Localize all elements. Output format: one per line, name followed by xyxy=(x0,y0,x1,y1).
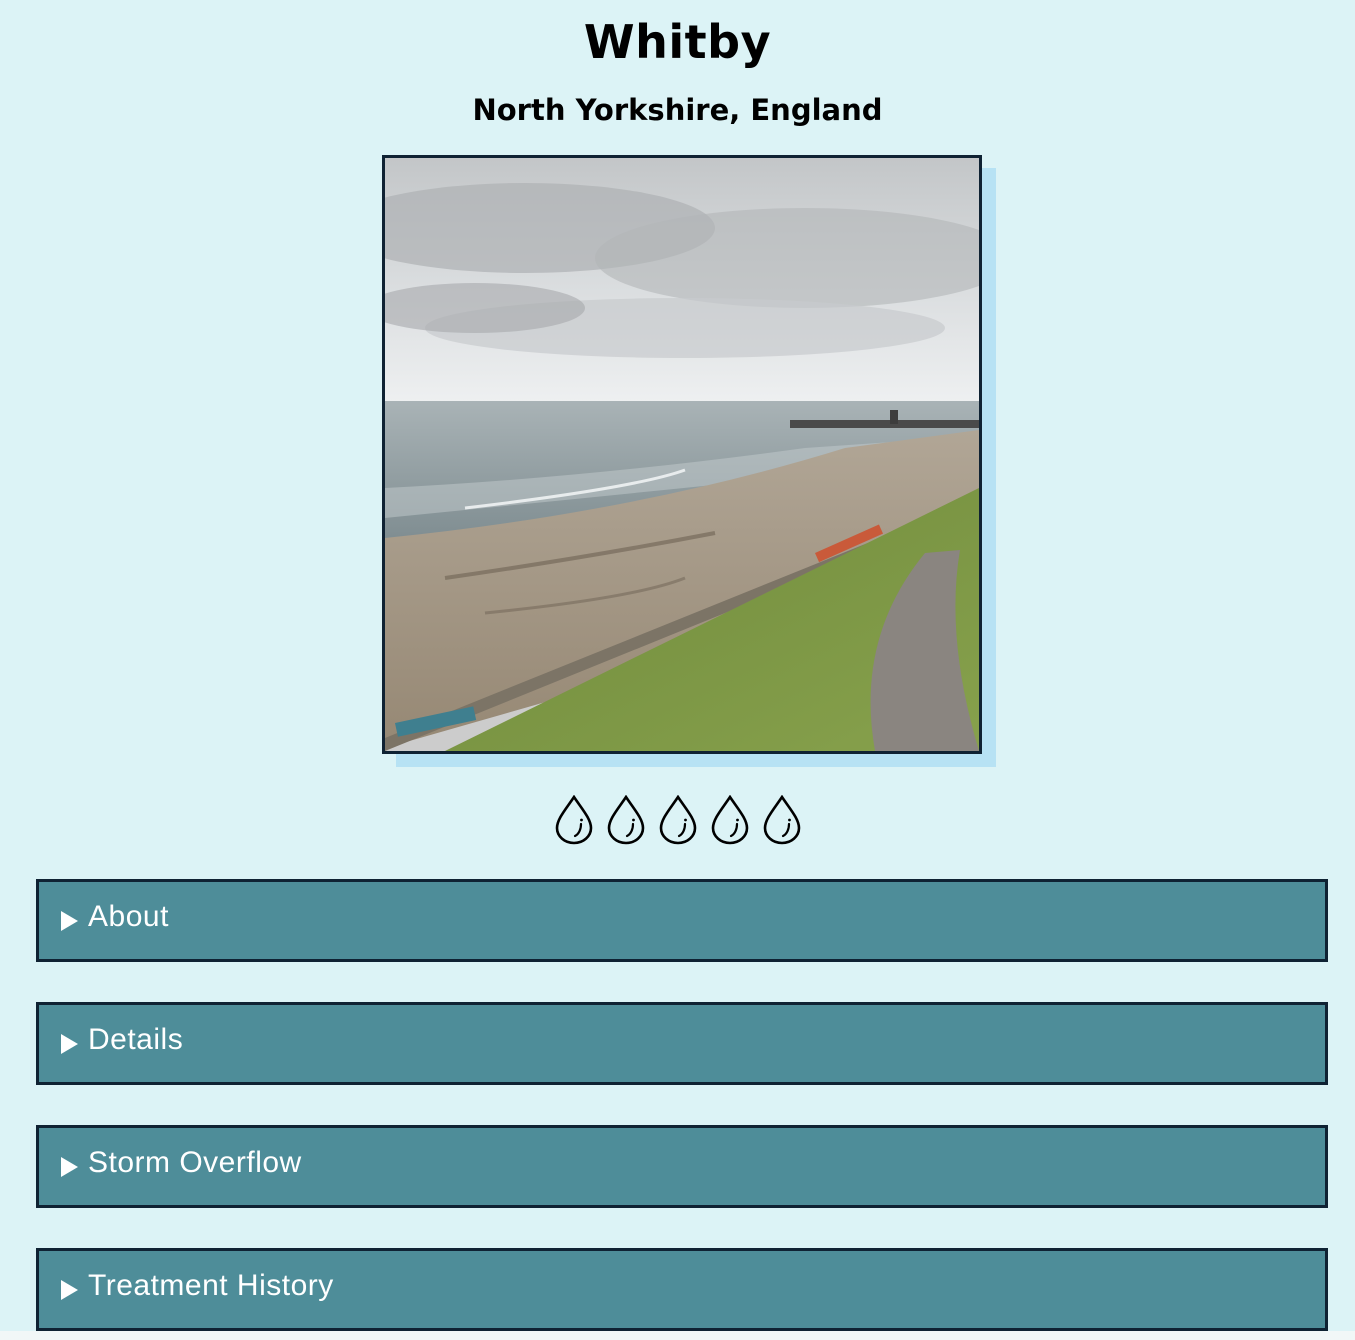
location-subtitle: North Yorkshire, England xyxy=(472,93,883,127)
treatment-history-section[interactable]: Treatment History xyxy=(36,1248,1328,1331)
treatment-history-section-label: Treatment History xyxy=(88,1268,334,1302)
details-section-label: Details xyxy=(88,1022,184,1056)
storm-overflow-section[interactable]: Storm Overflow xyxy=(36,1125,1328,1208)
expand-arrow-icon xyxy=(61,910,78,931)
beach-photo xyxy=(382,155,982,754)
expand-arrow-icon xyxy=(61,1279,78,1300)
water-drop-icon xyxy=(554,795,594,845)
water-drop-icon xyxy=(762,795,802,845)
page-title: Whitby xyxy=(583,15,772,69)
storm-overflow-section-label: Storm Overflow xyxy=(88,1145,302,1179)
water-drop-icon xyxy=(710,795,750,845)
rating-drops xyxy=(0,795,1355,845)
about-section-label: About xyxy=(88,899,169,933)
page: Whitby North Yorkshire, England About De… xyxy=(0,0,1355,1331)
details-section[interactable]: Details xyxy=(36,1002,1328,1085)
expand-arrow-icon xyxy=(61,1033,78,1054)
about-section[interactable]: About xyxy=(36,879,1328,962)
water-drop-icon xyxy=(606,795,646,845)
expand-arrow-icon xyxy=(61,1156,78,1177)
water-drop-icon xyxy=(658,795,698,845)
beach-photo-image xyxy=(385,158,979,751)
